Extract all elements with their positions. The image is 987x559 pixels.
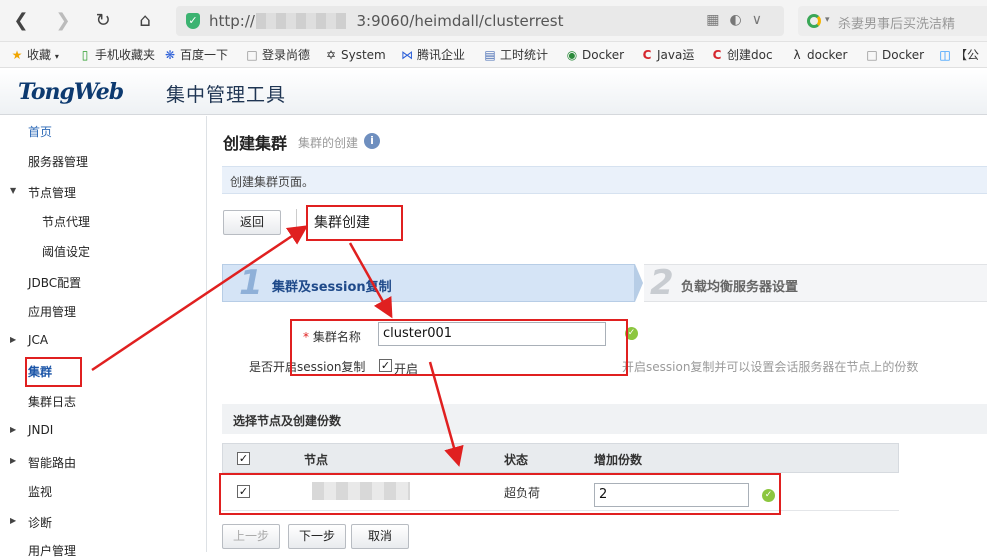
chevron-down-icon: ▾ bbox=[54, 52, 59, 61]
search-input[interactable]: 杀妻男事后买洗洁精 bbox=[838, 13, 955, 32]
step-1: 1 集群及session复制 bbox=[222, 263, 635, 303]
bookmark-item[interactable]: C Java运 bbox=[640, 46, 695, 64]
sidebar-item-jndi[interactable]: JNDI bbox=[28, 423, 53, 437]
info-icon[interactable]: i bbox=[364, 133, 380, 149]
sidebar-item-home[interactable]: 首页 bbox=[28, 123, 52, 140]
page-icon: □ bbox=[246, 48, 258, 62]
session-hint: 开启session复制并可以设置会话服务器在节点上的份数 bbox=[622, 360, 919, 374]
bookmark-item[interactable]: ▤ 工时统计 bbox=[483, 46, 548, 64]
sidebar-item-diagnosis[interactable]: 诊断 bbox=[28, 514, 52, 531]
tongweb-logo: TongWeb bbox=[18, 79, 124, 105]
back-arrow-icon[interactable]: ❮ bbox=[8, 8, 34, 34]
address-bar[interactable]: ✓ http://1 3:9060/heimdall/clusterrest ▦◐… bbox=[176, 6, 784, 36]
phone-icon: ▯ bbox=[81, 48, 89, 62]
caret-right-icon[interactable]: ▶ bbox=[10, 516, 16, 525]
page-title: 创建集群 bbox=[223, 134, 288, 153]
prev-step-button[interactable]: 上一步 bbox=[222, 524, 280, 549]
sidebar-item-server[interactable]: 服务器管理 bbox=[28, 153, 88, 170]
column-header: 状态 bbox=[504, 453, 529, 467]
highlight-box-form bbox=[290, 319, 628, 376]
caret-right-icon[interactable]: ▶ bbox=[10, 425, 16, 434]
select-all-checkbox[interactable]: ✓ bbox=[237, 452, 250, 465]
table-icon: ▤ bbox=[484, 48, 496, 62]
step-arrow bbox=[635, 264, 643, 302]
description-bar: 创建集群页面。 bbox=[222, 166, 987, 194]
sidebar-item-smart-routing[interactable]: 智能路由 bbox=[28, 454, 76, 471]
step-number: 2 bbox=[650, 263, 674, 303]
caret-right-icon[interactable]: ▶ bbox=[10, 335, 16, 344]
c-logo-icon: C bbox=[712, 48, 722, 62]
column-header: 节点 bbox=[304, 453, 329, 467]
star-icon: ★ bbox=[11, 48, 23, 62]
highlight-box-cluster bbox=[25, 357, 82, 387]
lambda-icon: λ bbox=[793, 48, 801, 62]
figure-icon: ✡ bbox=[325, 48, 337, 62]
reload-icon[interactable]: ↻ bbox=[90, 8, 116, 34]
bookmark-item[interactable]: λ docker bbox=[790, 46, 847, 64]
step-2: 2 负载均衡服务器设置 bbox=[644, 263, 987, 303]
sidebar-item-threshold[interactable]: 阈值设定 bbox=[42, 243, 90, 260]
highlight-box-nodes bbox=[219, 473, 781, 515]
chevron-down-icon[interactable]: ▾ bbox=[825, 15, 830, 25]
bookmark-item[interactable]: □ Docker bbox=[865, 46, 924, 64]
sidebar-item-jdbc[interactable]: JDBC配置 bbox=[28, 274, 81, 291]
description-text: 创建集群页面。 bbox=[230, 175, 315, 189]
sidebar-item-apps[interactable]: 应用管理 bbox=[28, 303, 76, 320]
page-subtitle: 集群的创建 bbox=[298, 136, 359, 150]
next-step-button[interactable]: 下一步 bbox=[288, 524, 346, 549]
bookmark-item[interactable]: C 创建doc bbox=[710, 46, 773, 64]
sidebar-item-nodes[interactable]: 节点管理 bbox=[28, 184, 76, 201]
bookmark-item[interactable]: ◉ Docker bbox=[565, 46, 624, 64]
step-label: 负载均衡服务器设置 bbox=[681, 280, 799, 295]
caret-right-icon[interactable]: ▶ bbox=[10, 456, 16, 465]
search-box[interactable]: ▾ 杀妻男事后买洗洁精 bbox=[798, 6, 987, 36]
bookmark-item[interactable]: ✡ System bbox=[324, 46, 386, 64]
sidebar-item-users[interactable]: 用户管理 bbox=[28, 542, 76, 559]
callout-label: 集群创建 bbox=[314, 215, 370, 231]
step-number: 1 bbox=[239, 263, 263, 303]
sidebar-item-monitor[interactable]: 监视 bbox=[28, 483, 52, 500]
home-icon[interactable]: ⌂ bbox=[132, 8, 158, 34]
bookmark-item[interactable]: ⋈ 腾讯企业 bbox=[400, 46, 465, 64]
baidu-paw-icon: ❋ bbox=[164, 48, 176, 62]
bookmark-item[interactable]: □ 登录尚德 bbox=[245, 46, 310, 64]
step-label: 集群及session复制 bbox=[272, 280, 392, 295]
section-title: 选择节点及创建份数 bbox=[233, 414, 342, 428]
browser-toolbar: ❮ ❯ ↻ ⌂ ✓ http://1 3:9060/heimdall/cluste… bbox=[0, 0, 987, 42]
caret-down-icon[interactable]: ▼ bbox=[10, 186, 16, 195]
c-logo-icon: C bbox=[642, 48, 652, 62]
shield-icon: ✓ bbox=[186, 13, 200, 29]
nodes-table-header: ✓ 节点 状态 增加份数 bbox=[222, 443, 899, 473]
forward-arrow-icon[interactable]: ❯ bbox=[50, 8, 76, 34]
main-content: 创建集群 集群的创建 i 创建集群页面。 返回 集群创建 1 集群及sessio… bbox=[208, 116, 987, 552]
bookmark-item[interactable]: ★ 收藏 ▾ bbox=[10, 46, 59, 64]
sidebar: 首页 服务器管理 ▼ 节点管理 节点代理 阈值设定 JDBC配置 应用管理 ▶ … bbox=[0, 116, 207, 558]
tencent-icon: ⋈ bbox=[401, 48, 413, 62]
app-title: 集中管理工具 bbox=[166, 84, 287, 106]
sidebar-item-jca[interactable]: JCA bbox=[28, 333, 48, 347]
sidebar-item-cluster-log[interactable]: 集群日志 bbox=[28, 393, 76, 410]
bookmark-item[interactable]: ▯ 手机收藏夹 bbox=[78, 46, 155, 64]
app-header: TongWeb 集中管理工具 bbox=[0, 69, 987, 115]
bookmark-item[interactable]: ◫ 【公 bbox=[938, 46, 979, 64]
docker-icon: ◉ bbox=[566, 48, 578, 62]
back-button[interactable]: 返回 bbox=[223, 210, 281, 235]
sidebar-item-node-agent[interactable]: 节点代理 bbox=[42, 213, 90, 230]
bookmarks-bar: ★ 收藏 ▾ ▯ 手机收藏夹 ❋ 百度一下 □ 登录尚德 ✡ System ⋈ 腾讯企业 ▤… bbox=[0, 42, 987, 68]
search-engine-icon bbox=[807, 14, 821, 28]
nodes-section-header: 选择节点及创建份数 bbox=[222, 404, 987, 434]
grid-icon[interactable]: ▦◐∨ bbox=[706, 12, 772, 28]
divider bbox=[296, 209, 297, 235]
bookmark-item[interactable]: ❋ 百度一下 bbox=[163, 46, 228, 64]
cancel-button[interactable]: 取消 bbox=[351, 524, 409, 549]
page-icon: □ bbox=[866, 48, 878, 62]
redacted-host bbox=[256, 13, 346, 29]
column-header: 增加份数 bbox=[594, 453, 643, 467]
bilibili-icon: ◫ bbox=[939, 48, 951, 62]
